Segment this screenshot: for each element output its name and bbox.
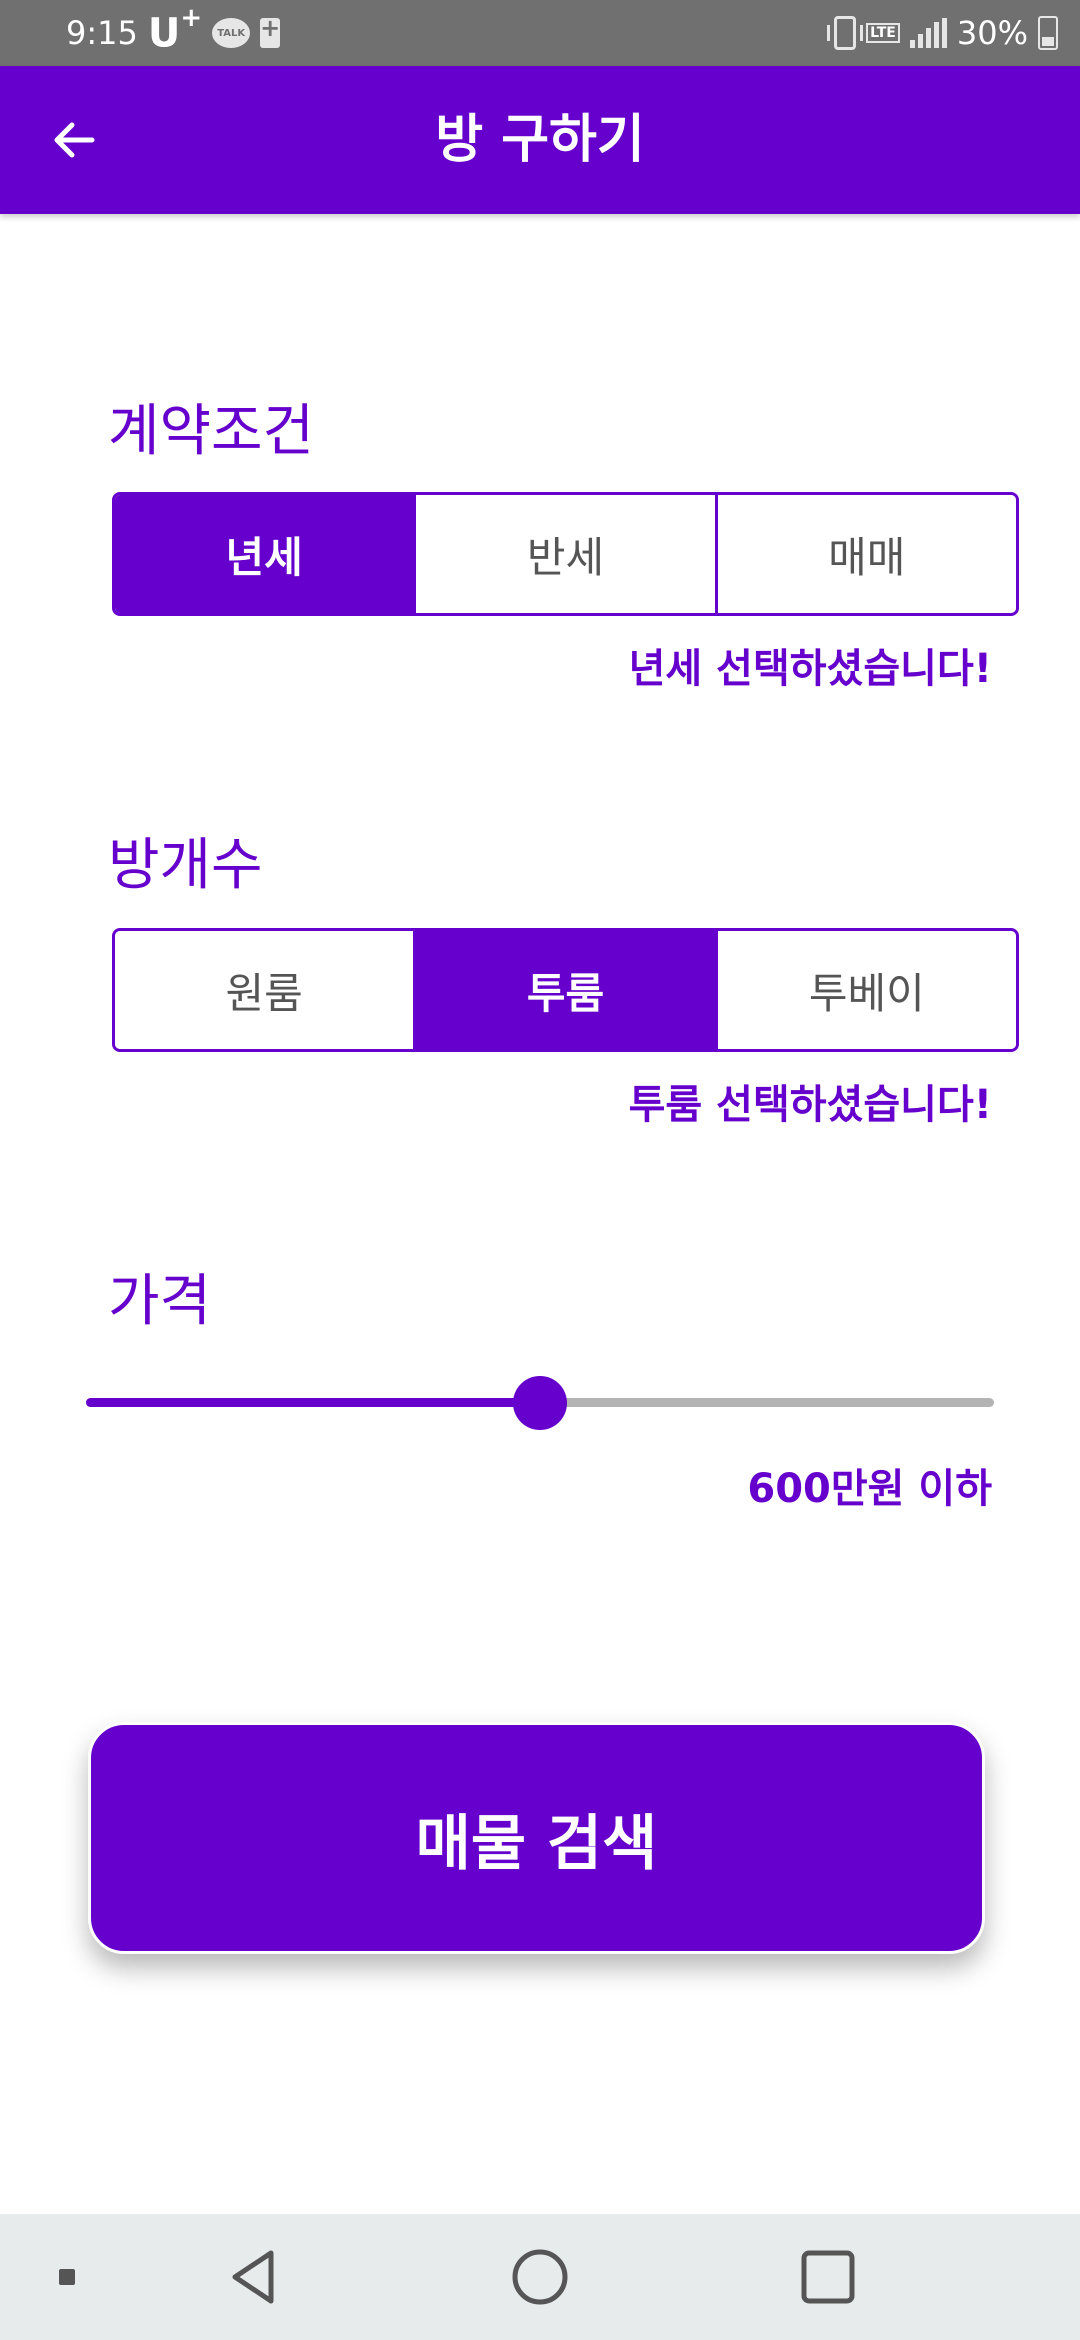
contract-section-title: 계약조건 — [108, 399, 315, 464]
signal-icon — [909, 18, 947, 48]
search-button[interactable]: 매물 검색 — [88, 1722, 985, 1954]
status-right: LTE 30% — [827, 0, 1058, 66]
rooms-toggle-group: 원룸 투룸 투베이 — [112, 928, 1019, 1052]
status-bar: 9:15 U+ TALK LTE 30% — [0, 0, 1080, 66]
recent-dot-icon[interactable] — [28, 2238, 106, 2316]
home-circle-icon[interactable] — [501, 2238, 579, 2316]
battery-saver-icon — [260, 14, 281, 48]
rooms-option-twobay[interactable]: 투베이 — [717, 931, 1016, 1049]
vibrate-icon — [827, 16, 864, 50]
contract-feedback: 년세 선택하셨습니다! — [628, 646, 992, 692]
price-label: 600만원 이하 — [747, 1466, 992, 1512]
recents-square-icon[interactable] — [789, 2238, 867, 2316]
screen: 9:15 U+ TALK LTE 30% 방 구하기 계약조건 년세 반세 매매 — [0, 0, 1080, 2340]
nav-bar — [0, 2214, 1080, 2340]
rooms-section-title: 방개수 — [108, 833, 263, 898]
back-button[interactable] — [30, 96, 118, 184]
lte-icon: LTE — [866, 23, 900, 43]
rooms-feedback: 투룸 선택하셨습니다! — [628, 1082, 992, 1128]
page-title: 방 구하기 — [435, 110, 645, 170]
app-bar: 방 구하기 — [0, 66, 1080, 214]
talk-icon: TALK — [212, 18, 251, 48]
slider-fill — [86, 1398, 540, 1407]
price-slider[interactable] — [86, 1376, 994, 1430]
arrow-left-icon — [54, 122, 95, 158]
rooms-option-oneroom[interactable]: 원룸 — [115, 931, 417, 1049]
carrier-logo: U+ — [147, 3, 203, 57]
contract-toggle-group: 년세 반세 매매 — [112, 492, 1019, 616]
battery-percent: 30% — [956, 14, 1028, 52]
contract-option-yearly[interactable]: 년세 — [115, 495, 417, 613]
rooms-option-tworoom[interactable]: 투룸 — [416, 931, 718, 1049]
contract-option-half[interactable]: 반세 — [416, 495, 718, 613]
contract-option-sale[interactable]: 매매 — [717, 495, 1016, 613]
status-left: 9:15 U+ TALK — [66, 0, 281, 66]
price-section-title: 가격 — [108, 1269, 212, 1334]
battery-icon — [1038, 16, 1058, 50]
status-time: 9:15 — [66, 14, 138, 52]
back-triangle-icon[interactable] — [216, 2238, 294, 2316]
slider-thumb[interactable] — [513, 1376, 567, 1430]
